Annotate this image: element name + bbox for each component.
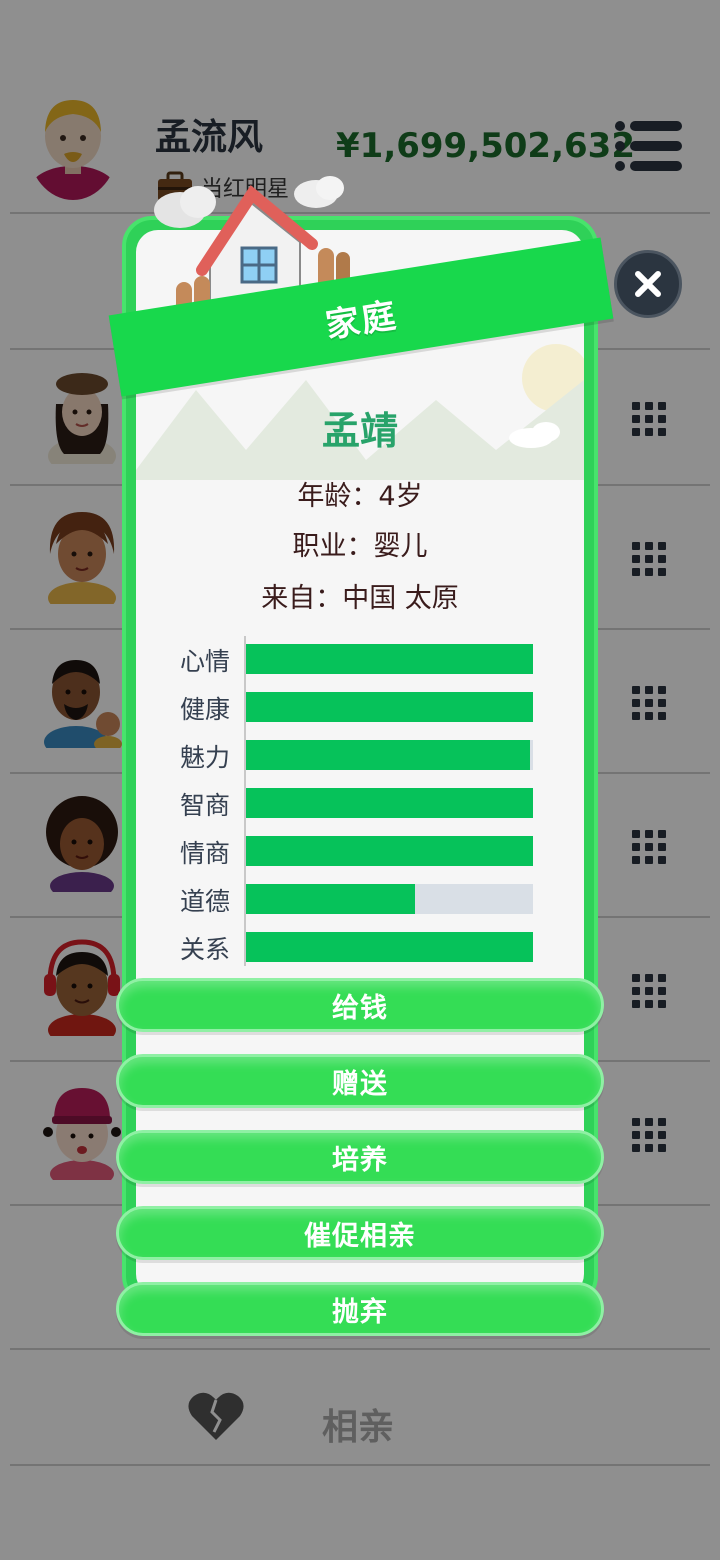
stat-row: 魅力: [132, 736, 588, 772]
stat-label: 魅力: [180, 743, 231, 772]
stat-bar-track: [246, 740, 533, 770]
stat-bar-track: [246, 932, 533, 962]
member-name: 孟靖: [321, 409, 398, 453]
urge-dating-button[interactable]: 催促相亲: [116, 1206, 604, 1260]
stat-label: 道德: [180, 887, 231, 916]
stat-bar-fill: [246, 740, 531, 770]
action-button-label: 给钱: [332, 992, 388, 1024]
modal-title: 家庭: [322, 295, 401, 346]
nurture-button[interactable]: 培养: [116, 1130, 604, 1184]
stat-bar-fill: [246, 932, 533, 962]
close-icon: [635, 271, 661, 297]
stat-row: 智商: [132, 784, 588, 820]
action-button-label: 赠送: [332, 1068, 388, 1100]
stat-bar-track: [246, 884, 533, 914]
stat-row: 健康: [132, 688, 588, 724]
stat-label: 智商: [180, 791, 231, 820]
stat-label: 健康: [180, 695, 231, 724]
stat-row: 道德: [132, 880, 588, 916]
stat-row: 关系: [132, 928, 588, 964]
stat-bar-track: [246, 788, 533, 818]
close-button[interactable]: [614, 250, 682, 318]
member-job: 职业：婴儿: [292, 531, 428, 562]
stat-bar-fill: [246, 884, 416, 914]
give-money-button[interactable]: 给钱: [116, 978, 604, 1032]
member-origin: 来自：中国 太原: [261, 583, 459, 614]
stat-bar-track: [246, 692, 533, 722]
stat-bar-track: [246, 644, 533, 674]
stat-bar-fill: [246, 788, 533, 818]
stat-label: 情商: [180, 839, 231, 868]
action-button-label: 培养: [332, 1144, 388, 1176]
stat-row: 情商: [132, 832, 588, 868]
gift-button[interactable]: 赠送: [116, 1054, 604, 1108]
stat-bar-track: [246, 836, 533, 866]
abandon-button[interactable]: 抛弃: [116, 1282, 604, 1336]
action-button-label: 催促相亲: [304, 1220, 416, 1252]
stat-bar-fill: [246, 692, 533, 722]
stat-row: 心情: [132, 640, 588, 676]
member-age: 年龄：4岁: [297, 481, 423, 512]
stat-bar-fill: [246, 644, 533, 674]
stat-label: 心情: [180, 647, 231, 676]
stat-label: 关系: [180, 935, 231, 964]
action-button-label: 抛弃: [332, 1296, 388, 1328]
stat-bar-fill: [246, 836, 533, 866]
